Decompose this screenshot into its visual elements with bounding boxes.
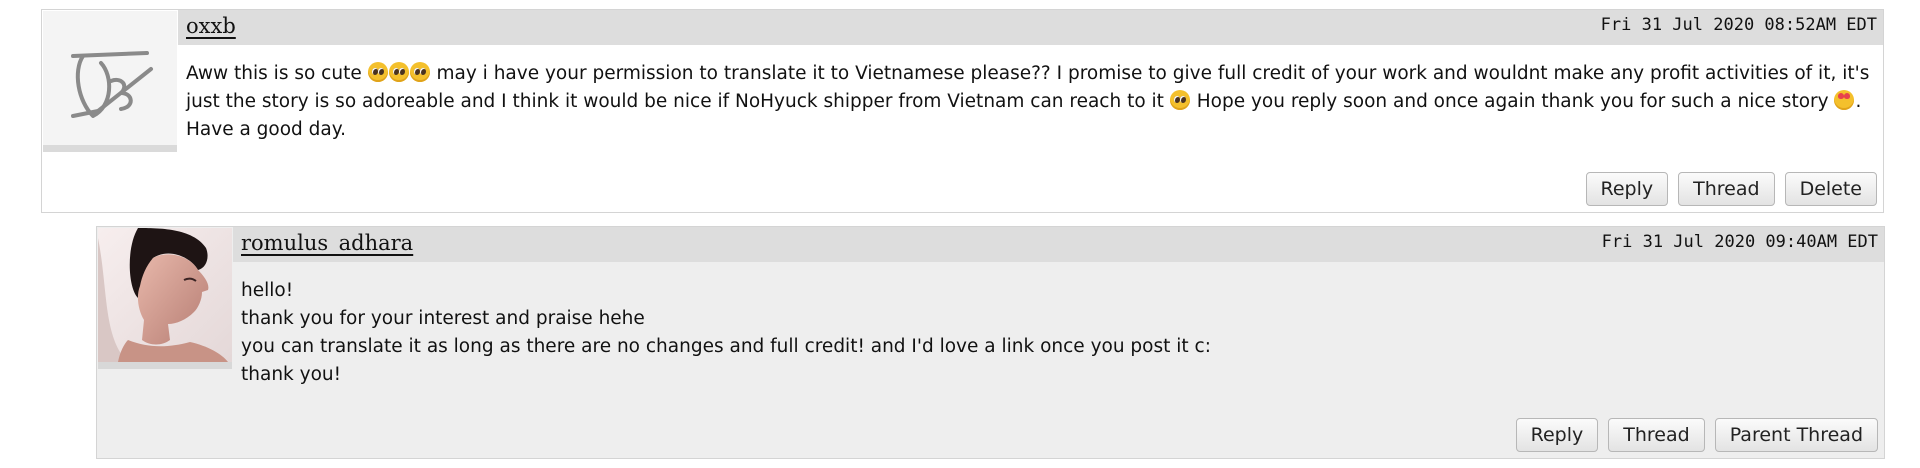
- body-line: Have a good day.: [186, 119, 346, 140]
- body-text-segment: just the story is so adoreable and I thi…: [186, 91, 1164, 112]
- comment-header: oxxb Fri 31 Jul 2020 08:52AM EDT: [178, 10, 1883, 45]
- profile-photo: [98, 228, 232, 362]
- body-line: thank you!: [241, 364, 342, 385]
- thread-button[interactable]: Thread: [1608, 418, 1705, 452]
- user-avatar[interactable]: [98, 228, 232, 369]
- comment-oxxb: oxxb Fri 31 Jul 2020 08:52AM EDT Aww thi…: [41, 9, 1884, 213]
- body-text-segment: may i have your permission to translate …: [436, 63, 1870, 84]
- smiling-face-with-hearts-icon: [1834, 90, 1855, 110]
- body-line: Aww this is so cute may i have your perm…: [186, 60, 1886, 88]
- comment-timestamp: Fri 31 Jul 2020 09:40AM EDT: [1601, 232, 1878, 252]
- pleading-face-icon: [367, 62, 388, 82]
- pleading-face-icon: [388, 62, 409, 82]
- comment-timestamp: Fri 31 Jul 2020 08:52AM EDT: [1600, 15, 1877, 35]
- parent-thread-button[interactable]: Parent Thread: [1714, 418, 1878, 452]
- comment-actions: Reply Thread Parent Thread: [1515, 418, 1878, 452]
- comment-body: Aww this is so cute may i have your perm…: [186, 60, 1886, 144]
- comment-header: romulus_adhara Fri 31 Jul 2020 09:40AM E…: [233, 227, 1884, 262]
- body-line: you can translate it as long as there ar…: [241, 336, 1211, 357]
- pleading-face-icon: [1169, 90, 1190, 110]
- reply-button[interactable]: Reply: [1585, 172, 1669, 206]
- body-text-segment: Hope you reply soon and once again thank…: [1196, 91, 1829, 112]
- comment-body: hello! thank you for your interest and p…: [241, 277, 1841, 389]
- body-line: just the story is so adoreable and I thi…: [186, 88, 1886, 116]
- body-line: hello!: [241, 280, 294, 301]
- reply-button[interactable]: Reply: [1515, 418, 1599, 452]
- delete-button[interactable]: Delete: [1784, 172, 1877, 206]
- pleading-face-icon: [409, 62, 430, 82]
- oxxb-logo-icon: [71, 51, 153, 118]
- comment-romulus-adhara: romulus_adhara Fri 31 Jul 2020 09:40AM E…: [96, 226, 1885, 459]
- body-line: thank you for your interest and praise h…: [241, 308, 645, 329]
- body-text-segment: .: [1855, 91, 1862, 112]
- body-text-segment: Aww this is so cute: [186, 63, 362, 84]
- username-link[interactable]: romulus_adhara: [241, 231, 413, 255]
- thread-button[interactable]: Thread: [1678, 172, 1775, 206]
- user-avatar[interactable]: [43, 11, 177, 152]
- username-link[interactable]: oxxb: [186, 14, 236, 38]
- comment-actions: Reply Thread Delete: [1585, 172, 1877, 206]
